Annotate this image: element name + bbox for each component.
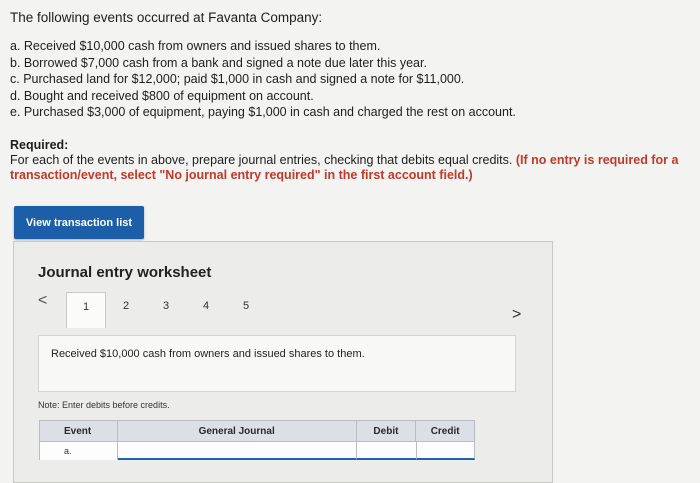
journal-table-header: Event General Journal Debit Credit (39, 420, 475, 442)
journal-entry-worksheet: Journal entry worksheet < 1 2 3 4 5 > Re… (13, 241, 553, 483)
tab-3[interactable]: 3 (146, 292, 186, 324)
transaction-description: Received $10,000 cash from owners and is… (51, 348, 365, 360)
next-arrow-icon[interactable]: > (512, 306, 521, 324)
header-event: Event (40, 421, 118, 441)
tab-4[interactable]: 4 (186, 292, 226, 324)
intro-text: The following events occurred at Favanta… (10, 10, 323, 25)
event-b: b. Borrowed $7,000 cash from a bank and … (10, 55, 427, 70)
required-text: For each of the events in above, prepare… (10, 153, 513, 167)
journal-table: Event General Journal Debit Credit a. (39, 420, 476, 460)
transaction-description-box: Received $10,000 cash from owners and is… (38, 335, 516, 392)
worksheet-title: Journal entry worksheet (38, 264, 212, 281)
view-transaction-list-button[interactable]: View transaction list (14, 206, 144, 239)
event-a: a. Received $10,000 cash from owners and… (10, 39, 381, 53)
row-event: a. (40, 442, 118, 460)
credit-field[interactable] (417, 442, 476, 460)
debit-credit-note: Note: Enter debits before credits. (38, 400, 170, 410)
event-d: d. Bought and received $800 of equipment… (10, 88, 314, 103)
tab-5[interactable]: 5 (226, 292, 266, 324)
tab-1[interactable]: 1 (66, 292, 106, 328)
required-title: Required: (10, 138, 69, 152)
table-row: a. (39, 442, 476, 460)
account-field[interactable] (117, 442, 358, 460)
tab-2[interactable]: 2 (106, 292, 146, 324)
required-instructions: For each of the events in above, prepare… (10, 153, 698, 183)
header-debit: Debit (357, 421, 417, 441)
events-list: a. Received $10,000 cash from owners and… (10, 38, 516, 121)
header-credit: Credit (430, 425, 460, 437)
event-c: c. Purchased land for $12,000; paid $1,0… (10, 72, 465, 87)
event-e: e. Purchased $3,000 of equipment, paying… (10, 105, 516, 120)
debit-field[interactable] (357, 442, 418, 460)
prev-arrow-icon[interactable]: < (38, 292, 47, 310)
header-general-journal: General Journal (118, 421, 357, 441)
worksheet-tabs: 1 2 3 4 5 (66, 292, 266, 328)
